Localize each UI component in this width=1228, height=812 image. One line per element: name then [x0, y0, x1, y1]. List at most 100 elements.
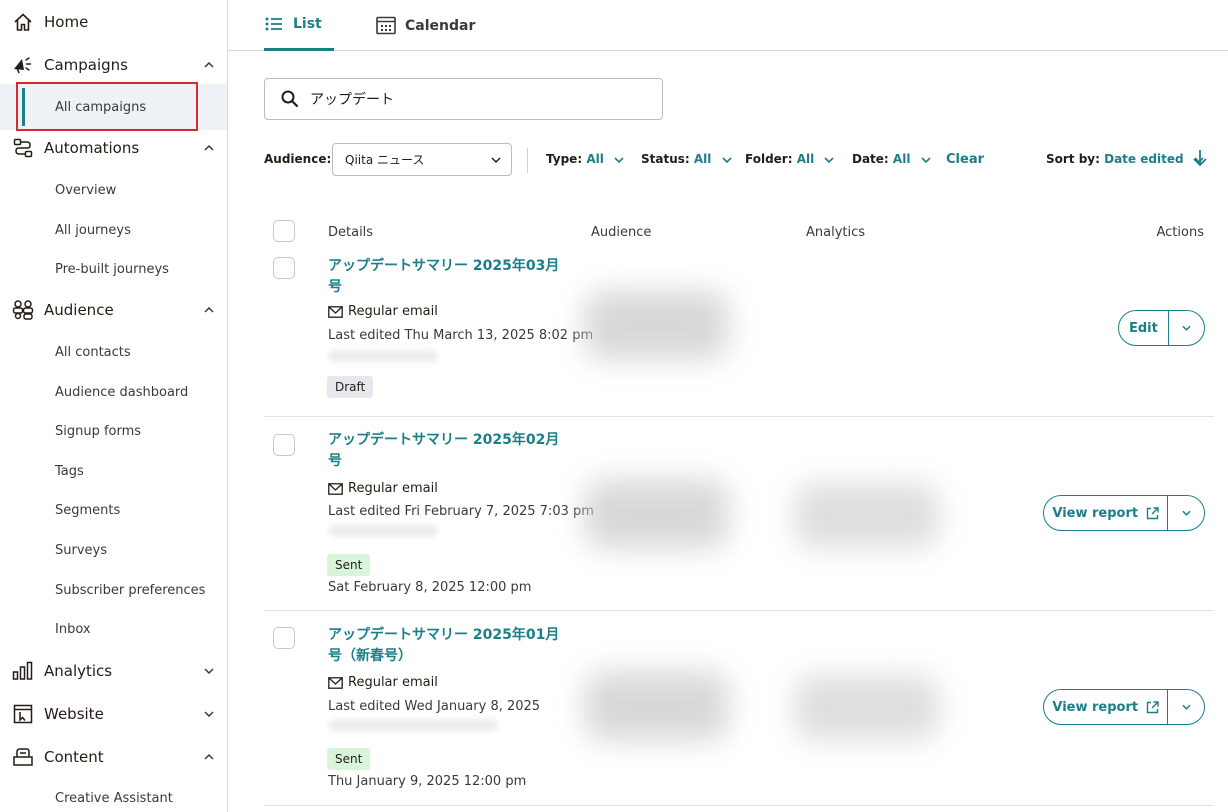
last-edited: Last edited Fri February 7, 2025 7:03 pm — [328, 504, 594, 519]
nav-all-journeys[interactable]: All journeys — [0, 211, 227, 249]
campaign-title-link[interactable]: アップデートサマリー 2025年03月号 — [328, 256, 573, 298]
nav-website-label: Website — [44, 705, 104, 723]
nav-all-contacts[interactable]: All contacts — [0, 333, 227, 371]
nav-website[interactable]: Website — [0, 694, 228, 734]
status-filter[interactable]: Status: All — [641, 152, 732, 166]
clear-filters-button[interactable]: Clear — [946, 152, 984, 167]
edit-split-button: Edit — [1118, 310, 1205, 346]
folder-filter[interactable]: Folder: All — [745, 152, 834, 166]
envelope-icon — [328, 305, 343, 318]
row-checkbox[interactable] — [273, 257, 295, 279]
date-filter-label: Date: — [852, 152, 889, 166]
campaign-title-link[interactable]: アップデートサマリー 2025年02月号 — [328, 430, 573, 472]
tab-list[interactable]: List — [264, 0, 334, 51]
nav-subscriber-preferences[interactable]: Subscriber preferences — [0, 571, 227, 609]
chevron-down-icon — [1182, 325, 1191, 331]
row-checkbox[interactable] — [273, 434, 295, 456]
campaign-type: Regular email — [328, 304, 438, 319]
nav-analytics[interactable]: Analytics — [0, 651, 228, 691]
envelope-icon — [328, 676, 343, 689]
column-actions: Actions — [1156, 225, 1205, 240]
chevron-up-icon[interactable] — [202, 303, 216, 317]
audience-select[interactable]: Qiita ニュース — [332, 143, 512, 176]
row-checkbox[interactable] — [273, 627, 295, 649]
chevron-down-icon — [722, 156, 732, 163]
status-filter-label: Status: — [641, 152, 690, 166]
chevron-down-icon[interactable] — [202, 664, 216, 678]
nav-tags-label: Tags — [55, 463, 84, 479]
nav-surveys[interactable]: Surveys — [0, 531, 227, 569]
view-report-button[interactable]: View report — [1044, 690, 1169, 724]
nav-automations[interactable]: Automations — [0, 128, 228, 168]
nav-tags[interactable]: Tags — [0, 452, 227, 490]
nav-creative-assistant-label: Creative Assistant — [55, 790, 173, 806]
chevron-down-icon[interactable] — [202, 707, 216, 721]
nav-audience-label: Audience — [44, 301, 114, 319]
folder-filter-value: All — [796, 152, 815, 166]
nav-overview[interactable]: Overview — [0, 171, 227, 209]
sort-select[interactable]: Sort by: Date edited — [1046, 152, 1204, 166]
nav-home[interactable]: Home — [0, 2, 228, 42]
nav-content[interactable]: Content — [0, 737, 228, 777]
nav-subscriber-preferences-label: Subscriber preferences — [55, 582, 206, 598]
nav-inbox[interactable]: Inbox — [0, 610, 227, 648]
filter-divider — [527, 148, 528, 173]
nav-segments[interactable]: Segments — [0, 491, 227, 529]
external-link-icon — [1146, 506, 1159, 520]
date-filter-value: All — [892, 152, 911, 166]
nav-audience[interactable]: Audience — [0, 290, 228, 330]
type-filter[interactable]: Type: All — [546, 152, 624, 166]
chevron-down-icon — [1182, 510, 1191, 516]
table-row: アップデートサマリー 2025年02月号 Regular email Last … — [264, 417, 1214, 611]
select-all-checkbox[interactable] — [273, 220, 295, 242]
campaign-title-link[interactable]: アップデートサマリー 2025年01月号（新春号） — [328, 625, 573, 667]
view-report-button[interactable]: View report — [1044, 496, 1169, 530]
blurred-audience — [584, 479, 729, 549]
view-report-label: View report — [1052, 505, 1139, 521]
last-edited: Last edited Wed January 8, 2025 — [328, 699, 541, 714]
campaign-type-label: Regular email — [348, 481, 438, 496]
blurred-text — [328, 719, 498, 731]
sidebar: Home Campaigns All campaigns Automations… — [0, 0, 228, 812]
nav-prebuilt-journeys[interactable]: Pre-built journeys — [0, 250, 227, 288]
chevron-up-icon[interactable] — [202, 58, 216, 72]
date-filter[interactable]: Date: All — [852, 152, 931, 166]
chevron-down-icon — [921, 156, 931, 163]
search-icon — [280, 89, 300, 109]
website-icon — [12, 703, 34, 725]
actions-dropdown-button[interactable] — [1169, 311, 1204, 345]
nav-audience-dashboard[interactable]: Audience dashboard — [0, 373, 227, 411]
calendar-icon — [376, 16, 396, 36]
nav-creative-assistant[interactable]: Creative Assistant — [0, 779, 227, 812]
blurred-audience — [584, 671, 729, 741]
sent-date: Sat February 8, 2025 12:00 pm — [328, 580, 532, 595]
chevron-down-icon — [1182, 704, 1191, 710]
nav-all-contacts-label: All contacts — [55, 344, 131, 360]
nav-signup-forms[interactable]: Signup forms — [0, 412, 227, 450]
list-icon — [264, 14, 284, 34]
column-details: Details — [328, 225, 374, 240]
tab-list-label: List — [293, 16, 322, 32]
sort-value: Date edited — [1104, 152, 1184, 166]
blurred-audience — [584, 290, 729, 360]
nav-all-campaigns[interactable]: All campaigns — [0, 84, 227, 130]
blurred-text — [328, 350, 438, 362]
nav-prebuilt-journeys-label: Pre-built journeys — [55, 261, 169, 277]
chevron-up-icon[interactable] — [202, 750, 216, 764]
nav-audience-dashboard-label: Audience dashboard — [55, 384, 189, 400]
chevron-up-icon[interactable] — [202, 141, 216, 155]
campaign-type: Regular email — [328, 481, 438, 496]
actions-dropdown-button[interactable] — [1168, 690, 1204, 724]
tab-calendar[interactable]: Calendar — [376, 0, 475, 51]
blurred-text — [328, 525, 438, 537]
column-audience: Audience — [591, 225, 652, 240]
nav-campaigns[interactable]: Campaigns — [0, 45, 228, 85]
content-icon — [12, 746, 34, 768]
external-link-icon — [1146, 700, 1159, 714]
edit-button[interactable]: Edit — [1119, 311, 1169, 345]
folder-filter-label: Folder: — [745, 152, 793, 166]
search-input[interactable] — [310, 87, 650, 111]
sort-direction-arrow-icon[interactable] — [1192, 149, 1208, 167]
nav-signup-forms-label: Signup forms — [55, 423, 142, 439]
actions-dropdown-button[interactable] — [1168, 496, 1204, 530]
